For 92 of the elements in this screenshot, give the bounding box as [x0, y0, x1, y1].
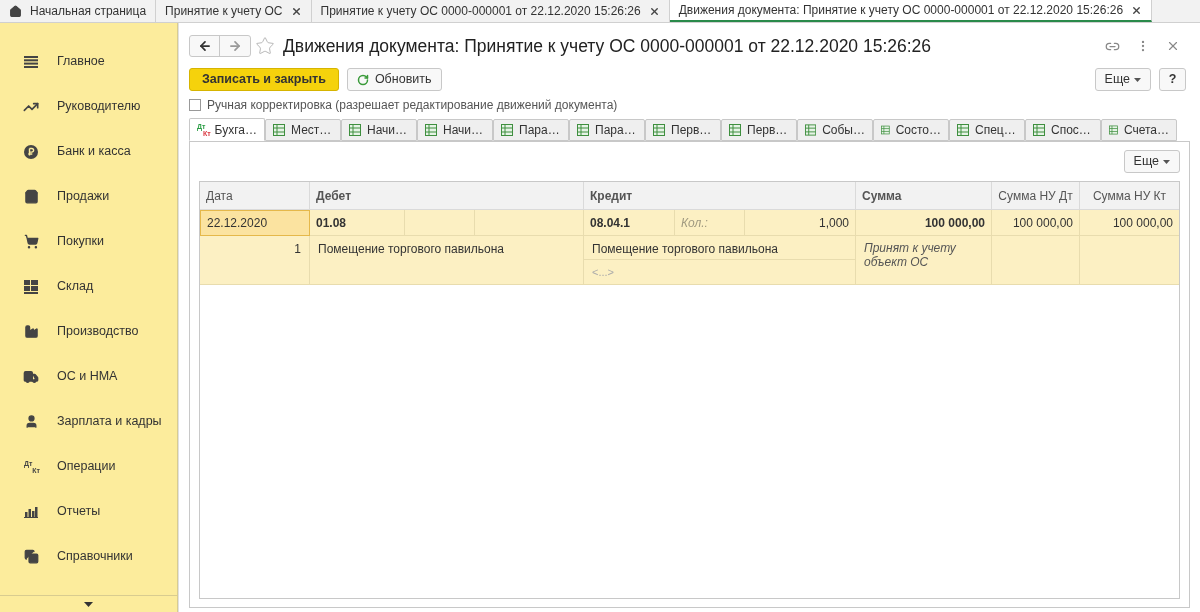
- table-cell: 01.08: [310, 210, 405, 236]
- sidebar-item[interactable]: Продажи: [0, 174, 177, 219]
- caret-down-icon: [1134, 77, 1141, 82]
- star-icon[interactable]: [255, 36, 275, 56]
- section-tab[interactable]: Перв…: [645, 119, 721, 141]
- table-icon: [349, 124, 361, 136]
- sidebar-item[interactable]: Руководителю: [0, 84, 177, 129]
- factory-icon: [23, 324, 39, 339]
- sidebar-item[interactable]: Покупки: [0, 219, 177, 264]
- table-icon: [653, 124, 665, 136]
- refresh-button[interactable]: Обновить: [346, 68, 442, 91]
- table-icon: [729, 124, 741, 136]
- sidebar-item[interactable]: Отчеты: [0, 489, 177, 534]
- home-icon: [9, 4, 22, 18]
- table-icon: [805, 124, 817, 136]
- table-cell: 08.04.1: [584, 210, 675, 236]
- warehouse-grid-icon: [24, 279, 38, 294]
- truck-icon: [23, 368, 39, 385]
- person-icon: [23, 414, 39, 429]
- table-cell: 1,000: [745, 210, 856, 236]
- checkbox[interactable]: [189, 99, 201, 111]
- table-icon: [577, 124, 589, 136]
- column-header[interactable]: Сумма НУ Кт: [1080, 182, 1179, 210]
- section-tab[interactable]: Перв…: [721, 119, 797, 141]
- save-and-close-button[interactable]: Записать и закрыть: [189, 68, 339, 91]
- table-icon: [425, 124, 437, 136]
- window-tab[interactable]: Движения документа: Принятие к учету ОС 0000-000001 от 22.12.2020 15:26:26: [669, 0, 1153, 22]
- shopping-cart-icon: [23, 234, 39, 249]
- table-icon: [501, 124, 513, 136]
- table-cell: Принят к учету объект ОС: [856, 236, 992, 285]
- section-tab[interactable]: Пара…: [493, 119, 569, 141]
- section-tab[interactable]: Начи…: [417, 119, 493, 141]
- sidebar-item[interactable]: Банк и касса: [0, 129, 177, 174]
- section-tab[interactable]: Пара…: [569, 119, 645, 141]
- caret-down-icon: [84, 601, 93, 607]
- section-tab[interactable]: Начи…: [341, 119, 417, 141]
- table-cell: Кол.:: [675, 210, 745, 236]
- sidebar-item[interactable]: Главное: [0, 39, 177, 84]
- section-tab[interactable]: Состо…: [873, 119, 949, 141]
- sidebar-item[interactable]: Склад: [0, 264, 177, 309]
- sidebar-item[interactable]: Производство: [0, 309, 177, 354]
- ruble-coin-icon: [24, 144, 38, 159]
- more-button[interactable]: Еще: [1094, 68, 1151, 91]
- table-icon: [1033, 124, 1045, 136]
- column-header[interactable]: Кредит: [584, 182, 856, 210]
- table-cell: <...>: [584, 260, 856, 285]
- bar-chart-icon: [24, 505, 38, 518]
- section-tab[interactable]: Спос…: [1025, 119, 1101, 141]
- sidebar-item[interactable]: Зарплата и кадры: [0, 399, 177, 444]
- window-tab[interactable]: Принятие к учету ОС 0000-000001 от 22.12.2020 15:26:26: [311, 0, 670, 22]
- section-tab[interactable]: Спец…: [949, 119, 1025, 141]
- table-icon: [881, 124, 890, 136]
- arrow-left-icon: [197, 39, 212, 53]
- documents-icon: [23, 549, 39, 564]
- section-tab[interactable]: Счета…: [1101, 119, 1177, 141]
- more-button[interactable]: Еще: [1123, 150, 1180, 173]
- table-icon: [273, 124, 285, 136]
- section-tab[interactable]: Собы…: [797, 119, 873, 141]
- table-cell: 100 000,00: [992, 210, 1080, 236]
- menu-icon: [24, 55, 38, 68]
- table-cell: 1: [200, 236, 310, 285]
- column-header[interactable]: Сумма: [856, 182, 992, 210]
- table-icon: [957, 124, 969, 136]
- table-cell: Помещение торгового павильона: [584, 236, 856, 260]
- sidebar-item[interactable]: Справочники: [0, 534, 177, 579]
- caret-down-icon: [1163, 159, 1170, 164]
- tab-label: Принятие к учету ОС 0000-000001 от 22.12.2020 15:26:26: [320, 3, 641, 20]
- checkbox-label: Ручная корректировка (разрешает редактирование движений документа): [207, 97, 618, 114]
- table-cell: 100 000,00: [856, 210, 992, 236]
- window-tab[interactable]: Начальная страница: [0, 0, 157, 22]
- column-header[interactable]: Дата: [200, 182, 310, 210]
- tab-label: Начальная страница: [30, 3, 147, 20]
- table-cell: [405, 210, 475, 236]
- tab-label: Движения документа: Принятие к учету ОС 0000-000001 от 22.12.2020 15:26:26: [678, 2, 1124, 19]
- window-tab[interactable]: Принятие к учету ОС: [156, 0, 312, 22]
- table-cell[interactable]: 22.12.2020: [200, 210, 310, 236]
- close-icon[interactable]: [290, 5, 302, 17]
- section-tab[interactable]: Мест…: [265, 119, 341, 141]
- table-cell: 100 000,00: [1080, 210, 1179, 236]
- arrow-right-icon: [228, 39, 242, 53]
- table-cell: Помещение торгового павильона: [310, 236, 584, 285]
- refresh-icon: [356, 73, 369, 86]
- close-icon[interactable]: [1131, 4, 1143, 16]
- close-icon[interactable]: [648, 5, 660, 17]
- form-title: Движения документа: Принятие к учету ОС 0000-000001 от 22.12.2020 15:26:26: [283, 34, 932, 58]
- tab-label: Принятие к учету ОС: [165, 3, 283, 20]
- shopping-bag-icon: [23, 189, 39, 204]
- table-icon: [1109, 124, 1118, 136]
- column-header[interactable]: Дебет: [310, 182, 584, 210]
- help-button[interactable]: ?: [1159, 68, 1186, 91]
- column-header[interactable]: Сумма НУ Дт: [992, 182, 1080, 210]
- sidebar-item[interactable]: ОС и НМА: [0, 354, 177, 399]
